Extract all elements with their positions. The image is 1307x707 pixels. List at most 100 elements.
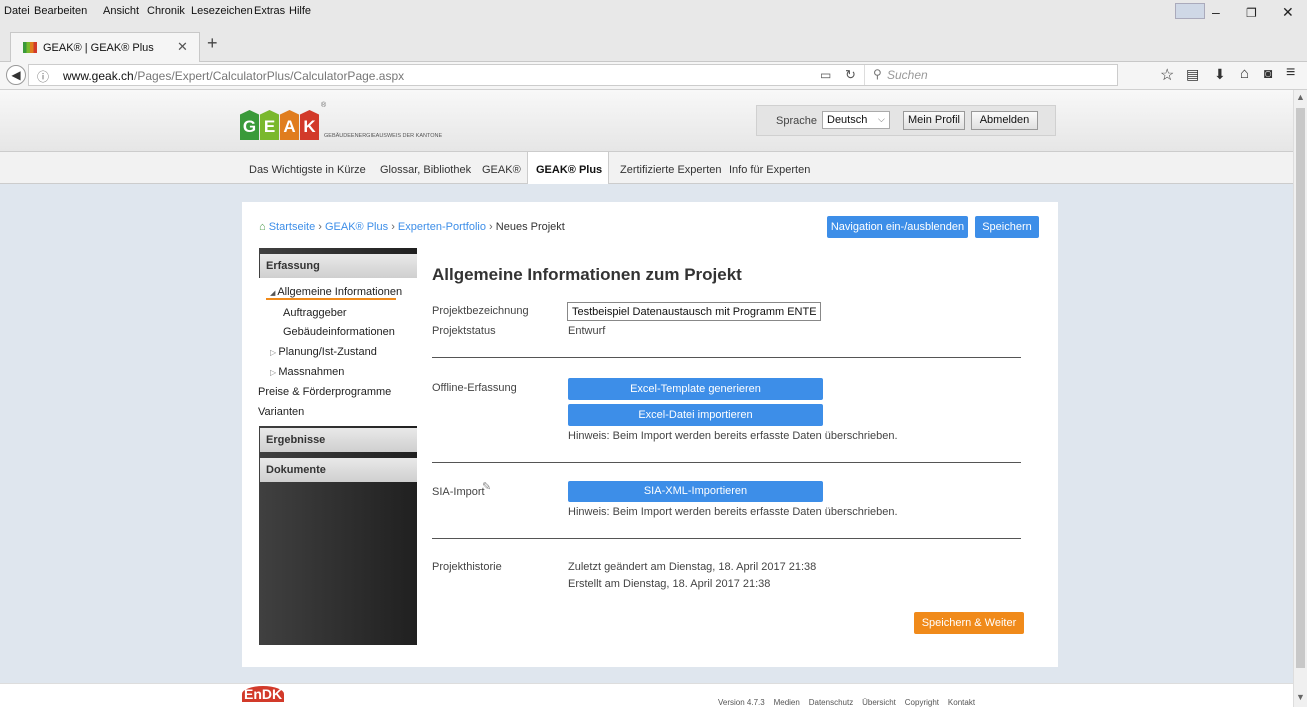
user-icon[interactable]	[1175, 3, 1205, 19]
save-button[interactable]: Speichern	[975, 216, 1039, 238]
language-select[interactable]: Deutsch ⌵	[822, 111, 890, 129]
logo-registered-mark: ®	[321, 102, 327, 109]
sidebar-item-preise[interactable]: Preise & Förderprogramme	[258, 386, 391, 398]
user-box: Sprache Deutsch ⌵ Mein Profil Abmelden	[756, 105, 1056, 136]
bookmark-star-icon[interactable]: ☆	[1160, 65, 1174, 85]
home-icon[interactable]: ⌂	[1240, 65, 1249, 82]
search-icon: ⚲	[873, 67, 882, 81]
new-tab-icon[interactable]: +	[207, 33, 218, 54]
sidebar-item-gebaeudeinformationen[interactable]: Gebäudeinformationen	[283, 326, 395, 338]
nav-glossar[interactable]: Glossar, Bibliothek	[380, 164, 471, 176]
sidebar-item-planung[interactable]: ▷ Planung/Ist-Zustand	[270, 346, 377, 358]
search-box[interactable]: ⚲ Suchen	[864, 65, 1119, 85]
download-icon[interactable]: ⬇	[1214, 66, 1226, 83]
history-label: Projekthistorie	[432, 561, 502, 573]
logo-tagline: GEBÄUDEENERGIEAUSWEIS DER KANTONE	[324, 133, 443, 139]
sidebar-head-ergebnisse[interactable]: Ergebnisse	[260, 428, 417, 452]
pocket-icon[interactable]: ◙	[1264, 65, 1272, 81]
import-hint: Hinweis: Beim Import werden bereits erfa…	[568, 430, 898, 442]
footer-medien[interactable]: Medien	[774, 698, 800, 707]
chevron-down-icon: ⌵	[878, 114, 885, 124]
logout-button[interactable]: Abmelden	[971, 111, 1038, 130]
reload-icon[interactable]: ↻	[845, 67, 856, 83]
profile-button[interactable]: Mein Profil	[903, 111, 965, 130]
menu-datei[interactable]: Datei	[4, 5, 30, 17]
nav-info[interactable]: Info für Experten	[729, 164, 810, 176]
language-label: Sprache	[776, 115, 817, 127]
menu-chronik[interactable]: Chronik	[147, 5, 185, 17]
close-tab-icon[interactable]: ✕	[177, 39, 188, 55]
sidebar-item-allgemeine-informationen[interactable]: ◢ Allgemeine Informationen	[270, 286, 402, 298]
tab-title: GEAK® | GEAK® Plus	[43, 42, 154, 54]
footer-links: Version 4.7.3 Medien Datenschutz Übersic…	[718, 698, 975, 707]
breadcrumb-portfolio[interactable]: Experten-Portfolio	[398, 221, 486, 233]
logo-k: K	[300, 110, 319, 140]
footer-copyright[interactable]: Copyright	[905, 698, 939, 707]
reading-list-icon[interactable]: ▤	[1186, 66, 1199, 83]
breadcrumb-startseite[interactable]: Startseite	[269, 221, 315, 233]
nav-experten[interactable]: Zertifizierte Experten	[620, 164, 721, 176]
excel-template-button[interactable]: Excel-Template generieren	[568, 378, 823, 400]
sia-label: SIA-Import	[432, 486, 485, 498]
history-created: Erstellt am Dienstag, 18. April 2017 21:…	[568, 578, 771, 590]
logo-e: E	[260, 110, 279, 140]
sidebar-item-varianten[interactable]: Varianten	[258, 406, 304, 418]
footer-version: Version 4.7.3	[718, 698, 765, 707]
menu-hilfe[interactable]: Hilfe	[289, 5, 311, 17]
page-title: Allgemeine Informationen zum Projekt	[432, 265, 742, 284]
scroll-up-icon[interactable]: ▲	[1296, 92, 1305, 102]
breadcrumb-geak-plus[interactable]: GEAK® Plus	[325, 221, 388, 233]
page-scrollbar[interactable]: ▲ ▼	[1293, 90, 1307, 707]
project-name-input[interactable]	[567, 302, 821, 321]
menu-bearbeiten[interactable]: Bearbeiten	[34, 5, 87, 17]
footer: EnDK Version 4.7.3 Medien Datenschutz Üb…	[0, 683, 1293, 707]
info-icon[interactable]: ⓘ	[37, 68, 49, 85]
footer-kontakt[interactable]: Kontakt	[948, 698, 975, 707]
footer-uebersicht[interactable]: Übersicht	[862, 698, 896, 707]
hamburger-menu-icon[interactable]: ≡	[1286, 64, 1295, 82]
scroll-down-icon[interactable]: ▼	[1296, 692, 1305, 702]
excel-import-button[interactable]: Excel-Datei importieren	[568, 404, 823, 426]
menu-lesezeichen[interactable]: Lesezeichen	[191, 5, 253, 17]
language-value: Deutsch	[827, 114, 868, 126]
status-value: Entwurf	[568, 325, 606, 337]
nav-geak-plus[interactable]: GEAK® Plus	[536, 164, 602, 176]
sidebar-head-dokumente[interactable]: Dokumente	[260, 458, 417, 482]
browser-tab[interactable]: GEAK® | GEAK® Plus ✕	[10, 32, 200, 62]
sidebar-item-massnahmen[interactable]: ▷ Massnahmen	[270, 366, 344, 378]
back-icon[interactable]: ◀	[6, 65, 26, 85]
favicon-icon	[23, 42, 37, 53]
toggle-navigation-button[interactable]: Navigation ein-/ausblenden	[827, 216, 968, 238]
search-placeholder: Suchen	[887, 68, 928, 82]
menu-extras[interactable]: Extras	[254, 5, 285, 17]
endk-logo: EnDK	[242, 686, 285, 702]
active-underline	[266, 298, 396, 300]
nav-wichtigste[interactable]: Das Wichtigste in Kürze	[249, 164, 366, 176]
divider	[432, 538, 1021, 539]
comment-icon[interactable]: ✎	[482, 480, 491, 493]
reader-view-icon[interactable]: ▭	[820, 68, 831, 82]
url-bar[interactable]: ⓘ www.geak.ch /Pages/Expert/CalculatorPl…	[28, 64, 1118, 86]
sidebar-head-erfassung[interactable]: Erfassung	[260, 254, 417, 278]
save-next-button[interactable]: Speichern & Weiter	[914, 612, 1024, 634]
url-host: www.geak.ch	[63, 69, 134, 83]
site-header	[0, 90, 1293, 152]
footer-datenschutz[interactable]: Datenschutz	[809, 698, 853, 707]
restore-icon[interactable]: ❐	[1246, 6, 1257, 20]
nav-geak[interactable]: GEAK®	[482, 164, 521, 176]
history-changed: Zuletzt geändert am Dienstag, 18. April …	[568, 561, 817, 573]
sidebar-item-auftraggeber[interactable]: Auftraggeber	[283, 307, 347, 319]
minimize-icon[interactable]: –	[1212, 4, 1220, 20]
menu-ansicht[interactable]: Ansicht	[103, 5, 139, 17]
scroll-thumb[interactable]	[1296, 108, 1305, 668]
offline-label: Offline-Erfassung	[432, 382, 517, 394]
sia-hint: Hinweis: Beim Import werden bereits erfa…	[568, 506, 898, 518]
home-icon: ⌂	[259, 221, 266, 233]
divider	[432, 357, 1021, 358]
project-name-label: Projektbezeichnung	[432, 305, 529, 317]
close-window-icon[interactable]: ✕	[1282, 4, 1294, 21]
sia-import-button[interactable]: SIA-XML-Importieren	[568, 481, 823, 502]
logo-a: A	[280, 110, 299, 140]
breadcrumb-current: Neues Projekt	[495, 221, 565, 233]
status-label: Projektstatus	[432, 325, 496, 337]
